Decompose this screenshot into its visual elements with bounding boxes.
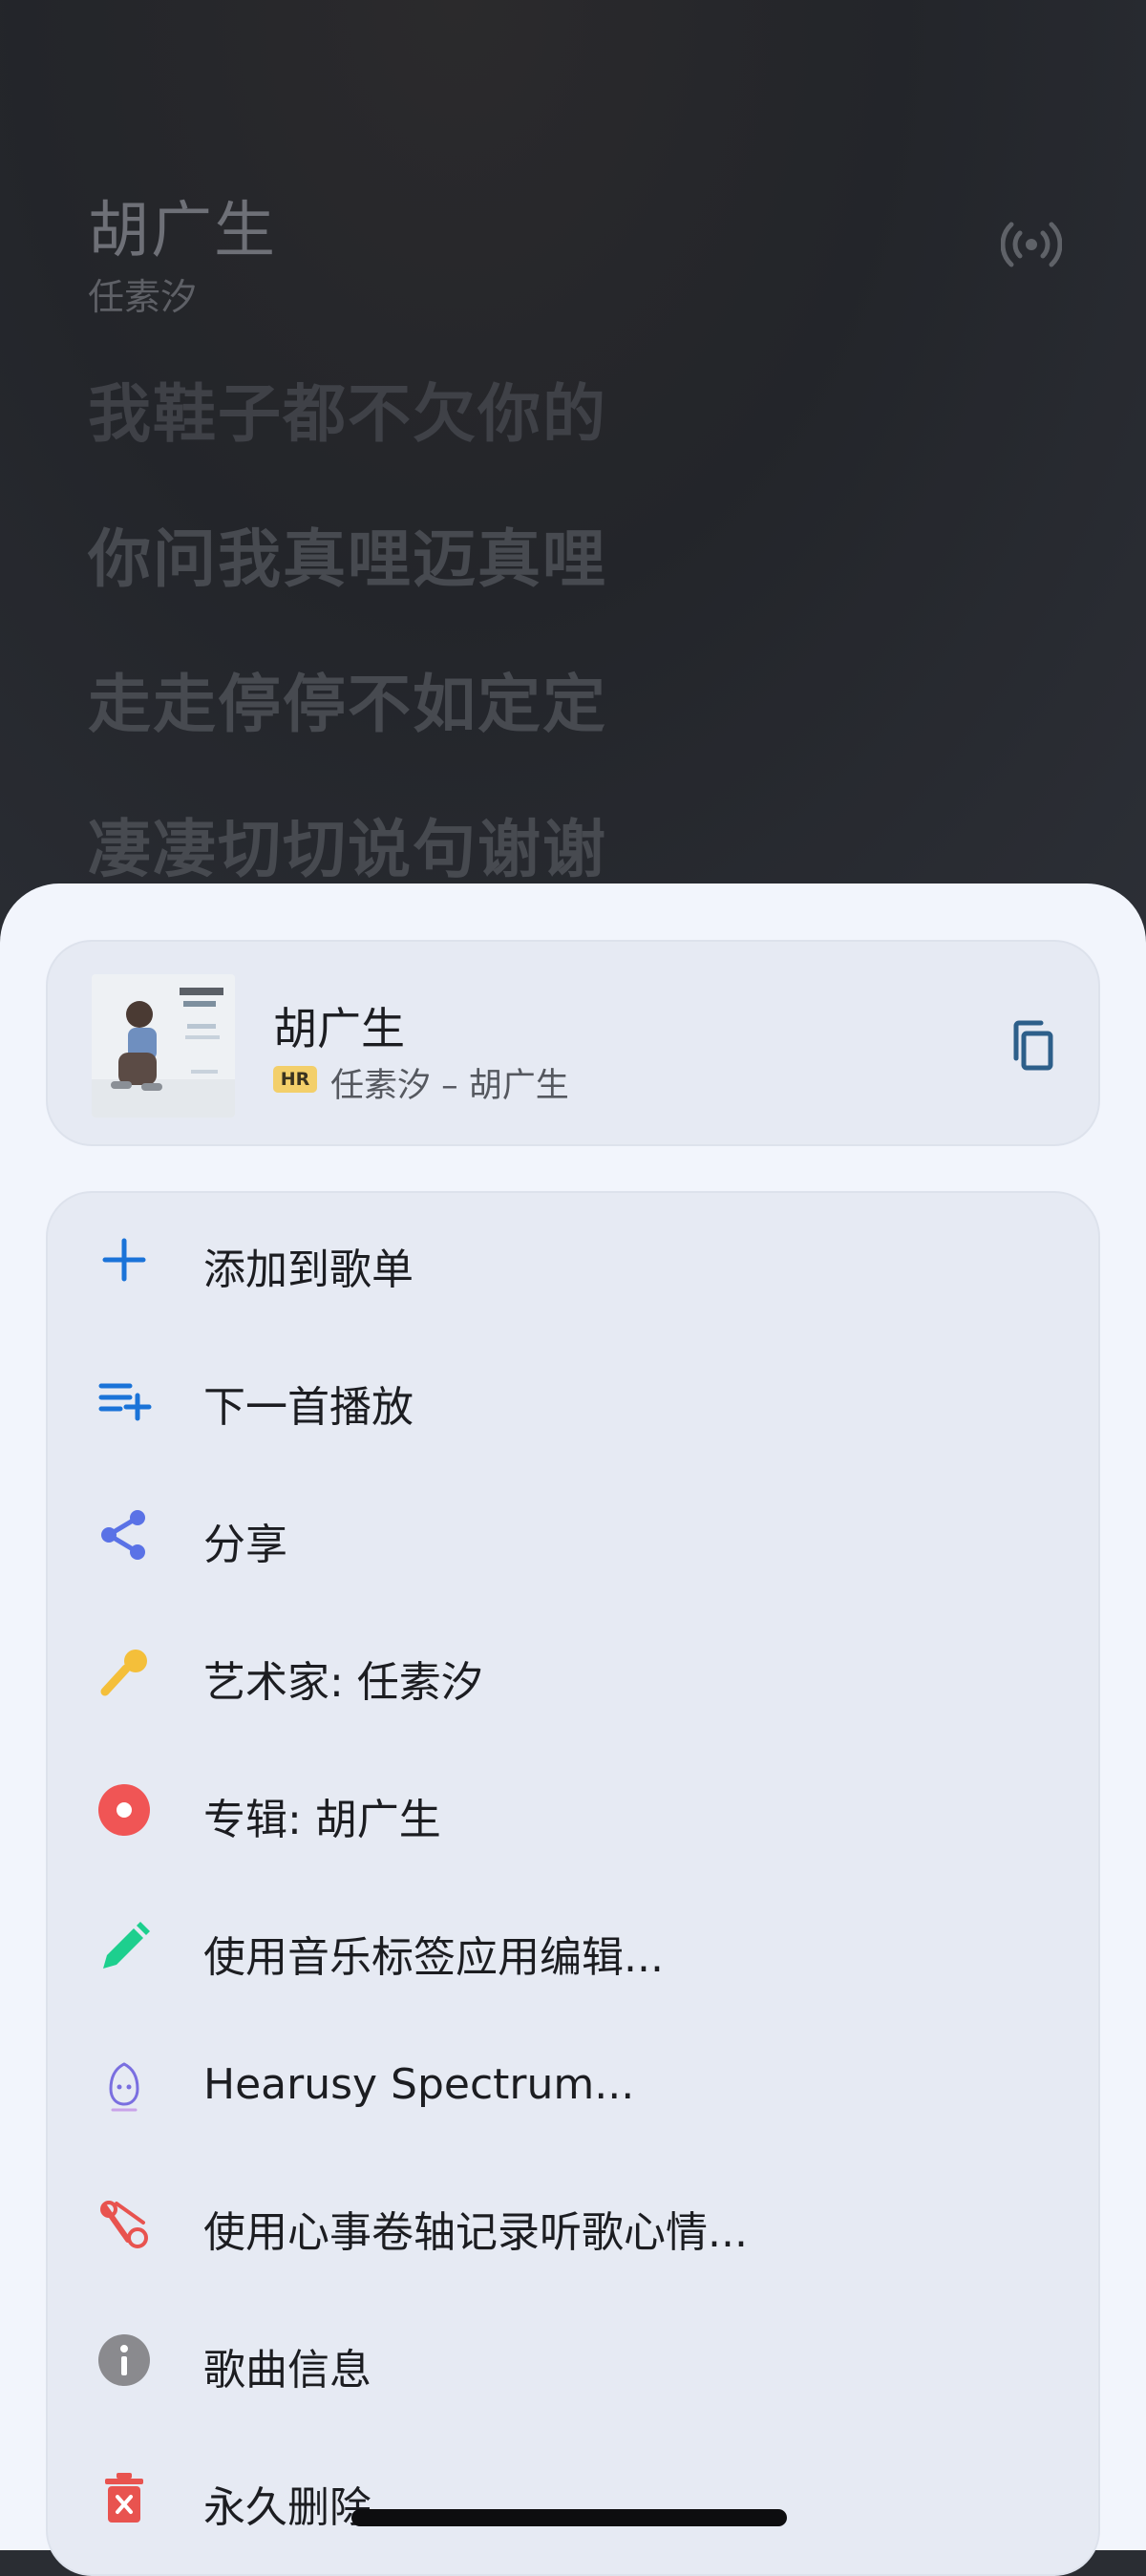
menu-item-hearusy-spectrum[interactable]: Hearusy Spectrum... <box>48 2018 1098 2152</box>
menu-item-label: 添加到歌单 <box>203 1245 414 1294</box>
menu-item-label: 专辑: 胡广生 <box>203 1796 441 1844</box>
microphone-icon <box>100 1650 147 1696</box>
lyric-line: 你问我真哩迈真哩 <box>88 522 607 596</box>
song-title: 胡广生 <box>273 1003 405 1054</box>
lyric-line: 凄凄切切说句谢谢 <box>88 813 607 886</box>
song-subtitle: 任素汐 – 胡广生 <box>330 1067 569 1105</box>
cast-icon[interactable] <box>1001 218 1062 271</box>
share-icon <box>101 1510 145 1560</box>
menu-item-label: 使用心事卷轴记录听歌心情... <box>203 2208 748 2257</box>
menu-item-artist[interactable]: 艺术家: 任素汐 <box>48 1606 1098 1739</box>
spectrum-app-icon <box>109 2062 139 2112</box>
menu-item-label: 分享 <box>203 1521 287 1569</box>
lyric-line: 走走停停不如定定 <box>88 668 607 741</box>
lyric-line: 我鞋子都不欠你的 <box>88 377 607 451</box>
album-cover <box>92 974 235 1118</box>
scroll-icon <box>100 2201 148 2248</box>
home-indicator[interactable] <box>351 2509 787 2526</box>
player-song-title: 胡广生 <box>88 196 277 266</box>
menu-item-edit-tags[interactable]: 使用音乐标签应用编辑... <box>48 1881 1098 2014</box>
player-artist: 任素汐 <box>88 276 198 318</box>
menu-item-share[interactable]: 分享 <box>48 1468 1098 1602</box>
menu-item-label: 下一首播放 <box>203 1383 414 1432</box>
menu-item-label: 使用音乐标签应用编辑... <box>203 1933 664 1982</box>
album-disc-icon <box>98 1784 150 1836</box>
menu-item-song-info[interactable]: 歌曲信息 <box>48 2293 1098 2427</box>
menu-item-label: 永久删除 <box>203 2483 371 2532</box>
menu-item-delete-permanently[interactable]: 永久删除 <box>48 2431 1098 2565</box>
hi-res-badge: HR <box>273 1066 317 1093</box>
pencil-icon <box>103 1922 150 1969</box>
menu-item-label: 歌曲信息 <box>203 2346 371 2395</box>
menu-item-mood-scroll[interactable]: 使用心事卷轴记录听歌心情... <box>48 2156 1098 2289</box>
menu-item-add-to-playlist[interactable]: 添加到歌单 <box>48 1193 1098 1327</box>
play-next-icon <box>98 1383 152 1421</box>
options-menu: 添加到歌单 下一首播放 分享 艺术家: 任素汐 专辑: 胡广生 使用音乐标签应用… <box>46 1191 1100 2576</box>
menu-item-label: 艺术家: 任素汐 <box>203 1658 483 1707</box>
plus-icon <box>102 1238 146 1282</box>
current-song-card[interactable]: 胡广生 HR 任素汐 – 胡广生 <box>46 940 1100 1146</box>
menu-item-play-next[interactable]: 下一首播放 <box>48 1331 1098 1464</box>
info-icon <box>98 2334 150 2386</box>
menu-item-label: Hearusy Spectrum... <box>203 2060 635 2109</box>
song-options-sheet: 胡广生 HR 任素汐 – 胡广生 添加到歌单 下一首播放 分享 艺术家: 任素汐… <box>0 884 1146 2576</box>
menu-item-album[interactable]: 专辑: 胡广生 <box>48 1743 1098 1877</box>
player-background: 胡广生 任素汐 我鞋子都不欠你的 你问我真哩迈真哩 走走停停不如定定 凄凄切切说… <box>0 0 1146 955</box>
copy-icon[interactable] <box>1005 1016 1064 1075</box>
delete-icon <box>105 2473 143 2523</box>
